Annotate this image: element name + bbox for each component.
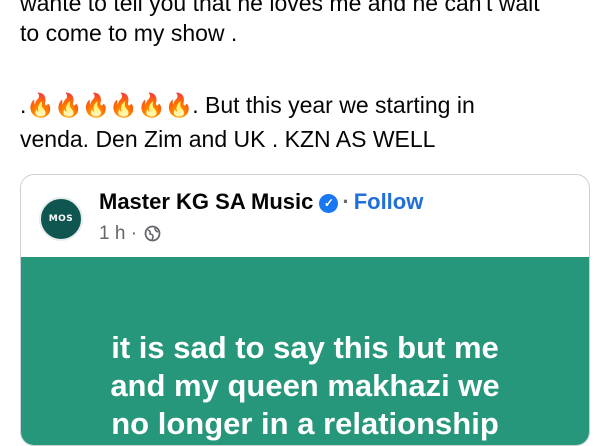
post-time[interactable]: 1 h [99,223,125,244]
post-text-line-3: .🔥🔥🔥🔥🔥🔥. But this year we starting in [20,90,595,120]
text-story-background[interactable]: it is sad to say this but me and my quee… [21,257,589,445]
shared-post-header: MOS Master KG SA Music ✓ · Follow 1 h · [21,175,589,257]
globe-icon [144,225,161,248]
post-text-line-2: to come to my show . [20,20,238,46]
post-text-venda: . But this year we starting in [192,92,475,118]
story-line-3: no longer in a relationship [111,406,499,441]
post-text-line-1: wante to tell you that he loves me and h… [20,0,540,16]
post-meta: 1 h · [99,223,161,248]
verified-badge-icon: ✓ [319,194,339,213]
story-line-2: and my queen makhazi we [110,368,500,403]
shared-post-card[interactable]: MOS Master KG SA Music ✓ · Follow 1 h · it … [20,174,590,446]
page-name-row: Master KG SA Music ✓ · Follow [99,189,423,215]
page-avatar[interactable]: MOS [39,197,83,241]
fire-emoji-row: 🔥🔥🔥🔥🔥🔥 [26,92,193,118]
meta-separator: · [130,223,138,244]
separator-dot: · [342,189,350,214]
story-text: it is sad to say this but me and my quee… [21,329,589,443]
story-line-1: it is sad to say this but me [111,330,499,365]
post-text-line-4: venda. Den Zim and UK . KZN AS WELL [20,126,436,152]
avatar-logo-text: MOS [48,214,74,224]
page-name[interactable]: Master KG SA Music [99,189,313,214]
follow-button[interactable]: Follow [354,189,424,214]
